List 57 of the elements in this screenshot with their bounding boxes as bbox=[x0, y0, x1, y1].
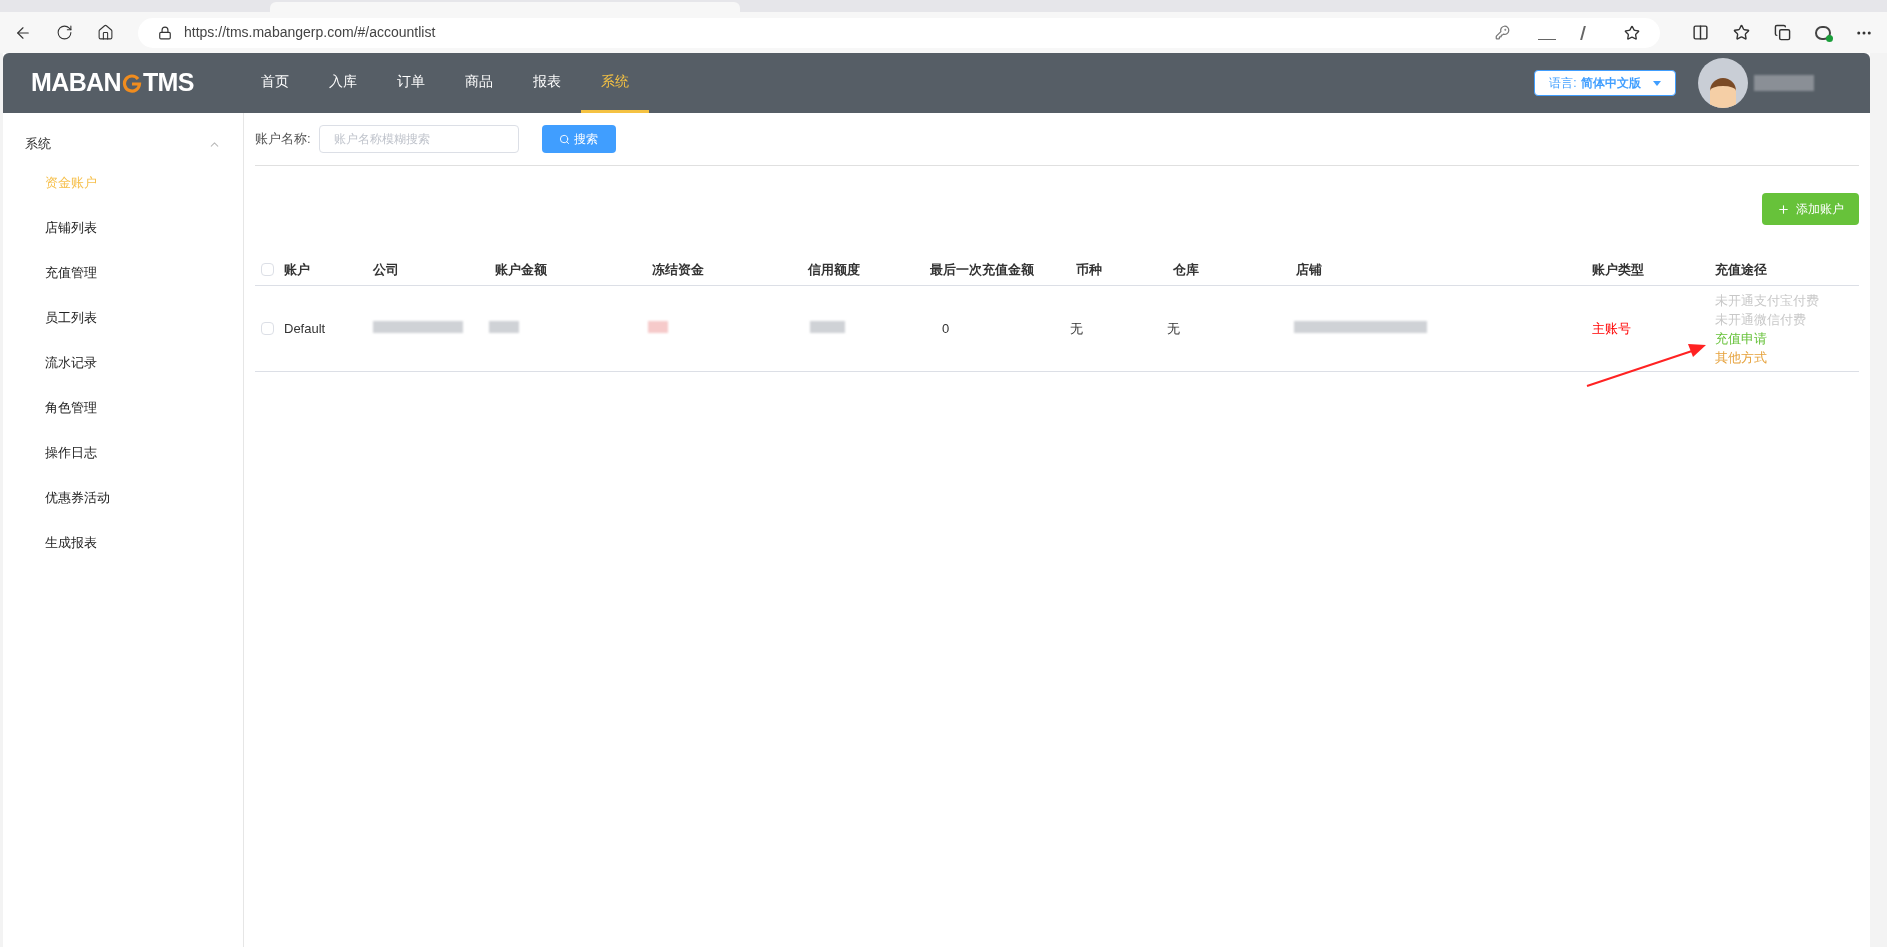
redacted-block bbox=[489, 320, 519, 333]
column-header: 最后一次充值金额 bbox=[930, 260, 1034, 279]
column-header: 冻结资金 bbox=[652, 260, 704, 279]
logo-g-icon bbox=[121, 73, 142, 93]
nav-tab[interactable]: 系统 bbox=[581, 53, 649, 113]
checkbox[interactable] bbox=[261, 263, 274, 276]
logo-text: MABAN bbox=[31, 67, 121, 99]
collections-icon[interactable] bbox=[1774, 24, 1791, 41]
column-header: 账户 bbox=[284, 260, 310, 279]
search-icon bbox=[559, 133, 571, 145]
browser-essentials-icon[interactable] bbox=[1815, 25, 1831, 40]
favorite-icon[interactable] bbox=[1624, 24, 1640, 41]
url-text: https://tms.mabangerp.com/#/accountlist bbox=[184, 23, 437, 42]
redacted-block bbox=[1754, 75, 1814, 91]
sidebar-item[interactable]: 充值管理 bbox=[3, 260, 243, 286]
checkbox[interactable] bbox=[261, 322, 274, 335]
sidebar-item[interactable]: 流水记录 bbox=[3, 350, 243, 376]
table-cell: 主账号 bbox=[1592, 320, 1631, 336]
logo-text: TMS bbox=[142, 67, 194, 99]
sidebar-item[interactable]: 生成报表 bbox=[3, 530, 243, 556]
nav-tab[interactable]: 订单 bbox=[377, 53, 445, 113]
column-header: 账户金额 bbox=[495, 260, 547, 279]
split-screen-icon[interactable] bbox=[1692, 24, 1709, 41]
nav-tab[interactable]: 入库 bbox=[309, 53, 377, 113]
plus-icon bbox=[1777, 202, 1790, 216]
nav-tab[interactable]: 商品 bbox=[445, 53, 513, 113]
nav-tab[interactable]: 首页 bbox=[241, 53, 309, 113]
column-header: 公司 bbox=[373, 260, 399, 279]
home-icon[interactable] bbox=[97, 24, 114, 41]
column-header: 账户类型 bbox=[1592, 260, 1644, 279]
table-cell-text: Default bbox=[284, 319, 326, 338]
search-field[interactable]: 账户名称模糊搜索 bbox=[318, 125, 519, 153]
column-header: 币种 bbox=[1076, 260, 1102, 279]
column-header: 店铺 bbox=[1296, 260, 1322, 279]
caret-icon bbox=[1652, 80, 1661, 86]
column-header: 充值途径 bbox=[1715, 260, 1767, 279]
key-icon[interactable] bbox=[1495, 25, 1510, 40]
sidebar-group[interactable]: 系统 bbox=[3, 133, 243, 155]
sidebar-item[interactable]: 员工列表 bbox=[3, 305, 243, 331]
sidebar-item[interactable]: 优惠券活动 bbox=[3, 485, 243, 511]
nav-tab[interactable]: 报表 bbox=[513, 53, 581, 113]
redacted-block bbox=[810, 320, 845, 333]
search-label: 账户名称: bbox=[255, 130, 311, 149]
address-bar[interactable]: https://tms.mabangerp.com/#/accountlist bbox=[138, 17, 1660, 48]
sidebar-item[interactable]: 操作日志 bbox=[3, 440, 243, 466]
avatar[interactable] bbox=[1698, 58, 1748, 108]
table-cell: 无 bbox=[1167, 320, 1180, 336]
favorites-icon[interactable] bbox=[1733, 24, 1750, 41]
lock-icon bbox=[158, 25, 172, 40]
table-cell: 无 bbox=[1070, 320, 1083, 336]
table-cell: 0 bbox=[942, 320, 950, 336]
sidebar-item[interactable]: 角色管理 bbox=[3, 395, 243, 421]
column-header: 信用额度 bbox=[808, 260, 860, 279]
redacted-block bbox=[648, 320, 668, 333]
refresh-icon[interactable] bbox=[56, 24, 73, 41]
column-header: 仓库 bbox=[1173, 260, 1199, 279]
sidebar-item[interactable]: 店铺列表 bbox=[3, 215, 243, 241]
